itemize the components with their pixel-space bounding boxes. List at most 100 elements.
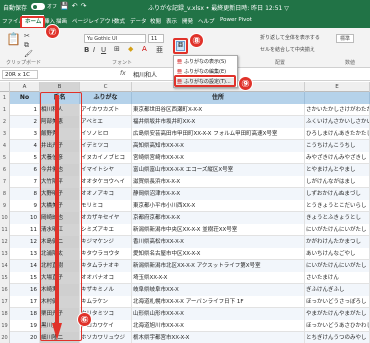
cell-note[interactable]: とうきょうとこだいらし xyxy=(305,200,370,212)
tab-page-layout[interactable]: ページレイアウト xyxy=(72,17,116,25)
row-number[interactable]: 20 xyxy=(0,332,10,343)
cell-no[interactable]: 3 xyxy=(10,128,40,140)
cell-address[interactable]: 北海道札幌市XX-X-X アーバンライフ日下 1F xyxy=(132,296,305,308)
row-number[interactable]: 13 xyxy=(0,248,10,260)
cell-no[interactable]: 20 xyxy=(10,332,40,343)
row-number[interactable]: 11 xyxy=(0,224,10,236)
cell-note[interactable]: ふくいけんさかいしさかいち xyxy=(305,116,370,128)
number-format-box[interactable]: 標準 xyxy=(336,34,355,43)
cell-no[interactable]: 13 xyxy=(10,248,40,260)
formula-input[interactable]: 相川和人 xyxy=(133,70,157,79)
furigana-toolbar-icon[interactable]: 亜 xyxy=(156,45,163,55)
cell-note[interactable]: ほっかいどうさっぽろし xyxy=(305,296,370,308)
tab-draw[interactable]: 描画 xyxy=(56,17,67,25)
header-address[interactable]: 住所 xyxy=(132,92,305,104)
cell-kana[interactable]: キザキミノル xyxy=(80,284,132,296)
column-header-a[interactable]: A xyxy=(10,82,40,92)
cell-note[interactable]: とやまけんとやまし xyxy=(305,164,370,176)
cell-no[interactable]: 15 xyxy=(10,272,40,284)
cell-note[interactable]: やまがたけんやまがたし xyxy=(305,308,370,320)
cell-kana[interactable]: キジマケンジ xyxy=(80,236,132,248)
cell-no[interactable]: 17 xyxy=(10,296,40,308)
cell-note[interactable]: こうちけんこうちし xyxy=(305,140,370,152)
row-number[interactable]: 7 xyxy=(0,176,10,188)
cell-no[interactable]: 6 xyxy=(10,164,40,176)
cell-address[interactable]: 新潟県新潟市北区XX-X-X アクスットライフ第X号室 xyxy=(132,260,305,272)
cell-address[interactable]: 高知県高知市XX-X-X xyxy=(132,140,305,152)
menu-item-show-furigana[interactable]: 亜 ふりがなの表示(S) xyxy=(176,58,236,67)
tab-data[interactable]: データ xyxy=(130,17,147,25)
fx-icon[interactable]: fx xyxy=(120,70,126,77)
paste-icon[interactable]: 📋 xyxy=(6,32,21,46)
column-header-c[interactable]: C xyxy=(80,82,132,92)
cell-address[interactable]: 愛知県名古屋市中区XX-X-X xyxy=(132,248,305,260)
cell-address[interactable]: 北海道旭川市XX-X-X xyxy=(132,320,305,332)
cell-no[interactable]: 11 xyxy=(10,224,40,236)
autosave-toggle[interactable] xyxy=(31,3,45,10)
cell-no[interactable]: 14 xyxy=(10,260,40,272)
cell-kana[interactable]: アベミエ xyxy=(80,116,132,128)
row-number[interactable]: 17 xyxy=(0,296,10,308)
cell-no[interactable]: 4 xyxy=(10,140,40,152)
cell-kana[interactable]: オオノアキコ xyxy=(80,188,132,200)
cell-no[interactable]: 12 xyxy=(10,236,40,248)
cell-kana[interactable]: キタウラヨウタ xyxy=(80,248,132,260)
column-header-b[interactable]: B xyxy=(40,82,80,92)
cell-address[interactable]: 京都府京都市X-X-X xyxy=(132,212,305,224)
cell-address[interactable]: 新潟県新潟市中央区XX-X-X 並樹荘XX号室 xyxy=(132,224,305,236)
cell-note[interactable]: さかいたかしさけがわたかし xyxy=(305,104,370,116)
cell-note[interactable]: しがけんながはまし xyxy=(305,176,370,188)
cell-address[interactable]: 東京都世田谷区西瀬町X-X-X xyxy=(132,104,305,116)
header-kana[interactable]: ふりがな xyxy=(80,92,132,104)
cell-note[interactable]: きょうとふきょうとし xyxy=(305,212,370,224)
cell-kana[interactable]: キタムラナオキ xyxy=(80,260,132,272)
cell-kana[interactable]: オオバナオコ xyxy=(80,272,132,284)
cell-kana[interactable]: キムラケン xyxy=(80,296,132,308)
cell-address[interactable]: 広島県安芸高田市甲田町XX-X-X フォルム甲田町高速X号室 xyxy=(132,128,305,140)
font-name-box[interactable]: Yu Gothic UI xyxy=(84,34,146,43)
cell-no[interactable]: 5 xyxy=(10,152,40,164)
row-number[interactable]: 12 xyxy=(0,236,10,248)
cell-no[interactable]: 8 xyxy=(10,188,40,200)
cut-icon[interactable]: ✂ xyxy=(24,32,30,40)
merge-center-button[interactable]: セルを結合して中央揃え xyxy=(260,46,315,53)
row-number[interactable]: 18 xyxy=(0,308,10,320)
fill-color-icon[interactable]: ◆ xyxy=(128,45,133,53)
cell-kana[interactable]: オオタケヨウヘイ xyxy=(80,176,132,188)
cell-address[interactable]: 岐阜県岐阜市XX-X xyxy=(132,284,305,296)
row-number[interactable]: 14 xyxy=(0,260,10,272)
cell-kana[interactable]: イソノヒロ xyxy=(80,128,132,140)
tab-view[interactable]: 表示 xyxy=(166,17,177,25)
tab-power-pivot[interactable]: Power Pivot xyxy=(220,17,252,23)
cell-no[interactable]: 16 xyxy=(10,284,40,296)
name-box[interactable]: 20R x 1C xyxy=(2,70,38,79)
cell-no[interactable]: 18 xyxy=(10,308,40,320)
underline-icon[interactable]: U xyxy=(101,46,106,54)
row-number[interactable]: 15 xyxy=(0,272,10,284)
header-note[interactable] xyxy=(305,92,370,104)
cell-address[interactable]: 滋賀県長浜市X-X-X xyxy=(132,176,305,188)
cell-no[interactable]: 19 xyxy=(10,320,40,332)
italic-icon[interactable]: I xyxy=(93,46,95,54)
header-no[interactable]: No xyxy=(10,92,40,104)
tab-formulas[interactable]: 数式 xyxy=(114,17,125,25)
cell-kana[interactable]: アイカワカズト xyxy=(80,104,132,116)
cell-kana[interactable]: オカザキセイヤ xyxy=(80,212,132,224)
cell-kana[interactable]: モリミコ xyxy=(80,200,132,212)
cell-note[interactable]: とちぎけんうつのみやし xyxy=(305,332,370,343)
cell-note[interactable]: ぎふけんぎふし xyxy=(305,284,370,296)
cell-note[interactable]: ほっかいどうあさひかわし xyxy=(305,320,370,332)
cell-kana[interactable]: イデミツコ xyxy=(80,140,132,152)
cell-address[interactable]: 埼玉県XX-X-X xyxy=(132,272,305,284)
cell-kana[interactable]: ホソカワリュウジ xyxy=(80,332,132,343)
row-number[interactable]: 9 xyxy=(0,200,10,212)
wrap-text-button[interactable]: 折り返して全体を表示する xyxy=(260,34,320,41)
cell-address[interactable]: 香川県高松市XX-X-X xyxy=(132,236,305,248)
font-size-box[interactable]: 11 xyxy=(148,34,164,43)
row-number[interactable]: 6 xyxy=(0,164,10,176)
cell-address[interactable]: 東京都小平市小川西XX-X xyxy=(132,200,305,212)
cell-address[interactable]: 山形県山形市XX-X-X xyxy=(132,308,305,320)
row-number[interactable]: 3 xyxy=(0,128,10,140)
cell-note[interactable]: ひろしまけんあきたかたし xyxy=(305,128,370,140)
cell-note[interactable]: にいがたけんにいがたし xyxy=(305,224,370,236)
